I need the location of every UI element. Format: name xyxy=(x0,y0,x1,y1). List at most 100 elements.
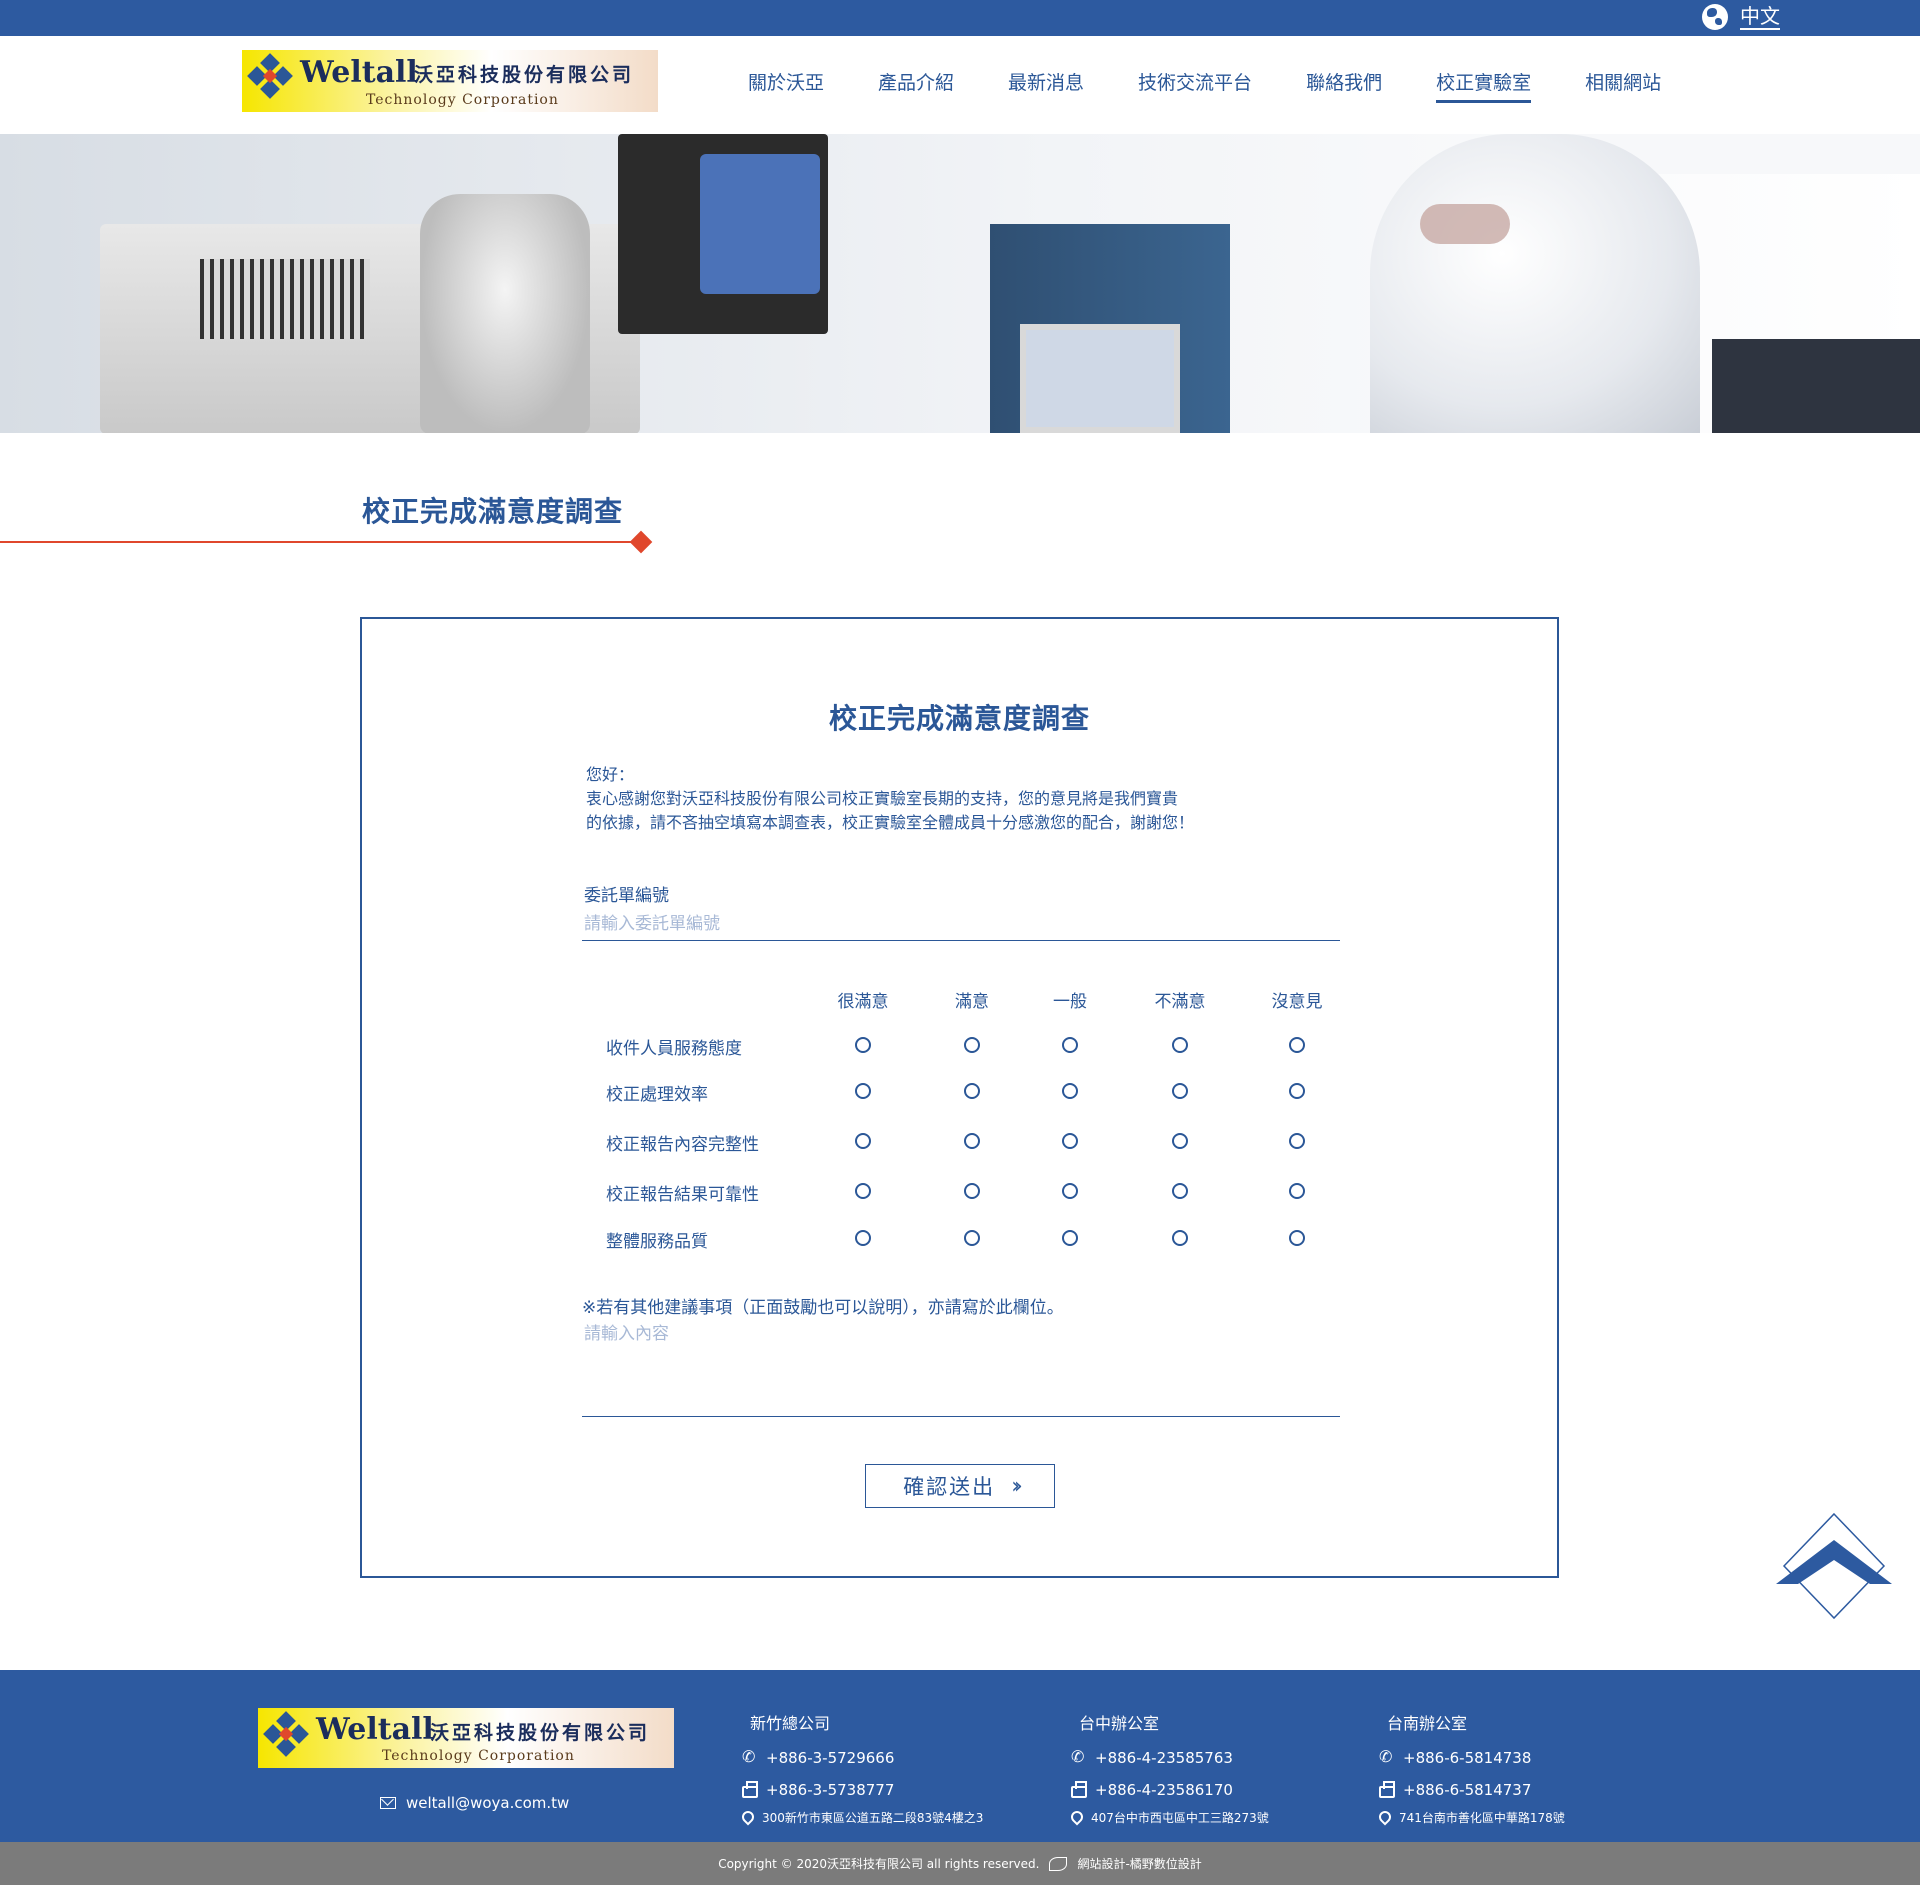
office-name: 台中辦公室 xyxy=(1079,1714,1160,1733)
rating-row-staff-attitude: 收件人員服務態度 xyxy=(606,1039,742,1059)
location-pin-icon xyxy=(1068,1808,1086,1826)
submit-button[interactable]: 確認送出 ›› xyxy=(865,1464,1055,1508)
radio-staff-attitude-0[interactable] xyxy=(855,1037,871,1053)
rating-col-neutral: 一般 xyxy=(1053,992,1087,1012)
office-fax: +886-3-5738777 xyxy=(766,1781,895,1799)
radio-overall-quality-3[interactable] xyxy=(1172,1230,1188,1246)
form-title: 校正完成滿意度調查 xyxy=(828,702,1090,735)
radio-staff-attitude-3[interactable] xyxy=(1172,1037,1188,1053)
office-name: 台南辦公室 xyxy=(1387,1714,1468,1733)
office-taichung: 台中辦公室 +886-4-23585763 +886-4-23586170 40… xyxy=(1068,1710,1269,1828)
copyright-text: Copyright © 2020沃亞科技有限公司 all rights rese… xyxy=(718,1857,1040,1871)
office-fax: +886-6-5814737 xyxy=(1403,1781,1532,1799)
phone-icon xyxy=(1379,1747,1395,1766)
microscope xyxy=(420,194,590,433)
back-to-top-icon[interactable] xyxy=(1774,1512,1894,1620)
office-address: 741台南市善化區中華路178號 xyxy=(1399,1810,1565,1825)
footer-email-text[interactable]: weltall@woya.com.tw xyxy=(406,1794,569,1812)
radio-report-reliability-3[interactable] xyxy=(1172,1183,1188,1199)
radio-efficiency-0[interactable] xyxy=(855,1083,871,1099)
nav-item-tech-platform[interactable]: 技術交流平台 xyxy=(1138,70,1252,103)
copyright-bar: Copyright © 2020沃亞科技有限公司 all rights rese… xyxy=(0,1842,1920,1885)
office-tel[interactable]: +886-4-23585763 xyxy=(1095,1749,1233,1767)
fax-icon xyxy=(742,1781,758,1798)
designer-leaf-icon xyxy=(1049,1856,1068,1871)
rating-row-report-completeness: 校正報告內容完整性 xyxy=(606,1135,759,1155)
footer-logo[interactable]: Weltall 沃亞科技股份有限公司 Technology Corporatio… xyxy=(258,1708,674,1768)
radio-overall-quality-4[interactable] xyxy=(1289,1230,1305,1246)
footer-email[interactable]: weltall@woya.com.tw xyxy=(380,1794,569,1812)
rating-col-no-opinion: 沒意見 xyxy=(1271,992,1323,1012)
double-chevron-right-icon: ›› xyxy=(1011,1473,1022,1499)
radio-report-completeness-0[interactable] xyxy=(855,1133,871,1149)
rating-row-efficiency: 校正處理效率 xyxy=(606,1085,708,1105)
radio-report-reliability-0[interactable] xyxy=(855,1183,871,1199)
cleanroom-technician xyxy=(1370,134,1700,433)
top-bar: 中文 xyxy=(0,0,1920,36)
radio-overall-quality-1[interactable] xyxy=(964,1230,980,1246)
suggestion-note: ※若有其他建議事項（正面鼓勵也可以說明），亦請寫於此欄位。 xyxy=(582,1298,1064,1318)
nav-item-about[interactable]: 關於沃亞 xyxy=(748,70,824,103)
radio-report-completeness-4[interactable] xyxy=(1289,1133,1305,1149)
phone-icon xyxy=(1071,1747,1087,1766)
radio-report-completeness-3[interactable] xyxy=(1172,1133,1188,1149)
logo-en-text: Weltall xyxy=(300,55,418,90)
intro-text: 您好： 衷心感謝您對沃亞科技股份有限公司校正實驗室長期的支持，您的意見將是我們寶… xyxy=(586,765,1195,832)
radio-report-reliability-2[interactable] xyxy=(1062,1183,1078,1199)
location-pin-icon xyxy=(1376,1808,1394,1826)
title-diamond-icon xyxy=(629,530,653,554)
language-label[interactable]: 中文 xyxy=(1740,4,1780,30)
office-tel[interactable]: +886-3-5729666 xyxy=(766,1749,894,1767)
page-title: 校正完成滿意度調查 xyxy=(362,495,624,528)
radio-efficiency-3[interactable] xyxy=(1172,1083,1188,1099)
comment-textarea[interactable] xyxy=(582,1317,1340,1417)
title-underline xyxy=(0,541,640,543)
main-nav: 關於沃亞 產品介紹 最新消息 技術交流平台 聯絡我們 校正實驗室 相關網站 xyxy=(748,70,1715,103)
office-fax: +886-4-23586170 xyxy=(1095,1781,1233,1799)
diamond-logo-icon xyxy=(247,53,293,99)
radio-efficiency-4[interactable] xyxy=(1289,1083,1305,1099)
radio-report-completeness-2[interactable] xyxy=(1062,1133,1078,1149)
nav-item-calibration-lab[interactable]: 校正實驗室 xyxy=(1436,70,1532,103)
nav-item-related-sites[interactable]: 相關網站 xyxy=(1585,70,1661,103)
office-tainan: 台南辦公室 +886-6-5814738 +886-6-5814737 741台… xyxy=(1376,1710,1565,1828)
radio-staff-attitude-1[interactable] xyxy=(964,1037,980,1053)
company-logo[interactable]: Weltall 沃亞科技股份有限公司 Technology Corporatio… xyxy=(242,50,658,112)
radio-overall-quality-0[interactable] xyxy=(855,1230,871,1246)
order-no-label: 委託單編號 xyxy=(584,886,669,906)
site-header: Weltall 沃亞科技股份有限公司 Technology Corporatio… xyxy=(0,36,1920,134)
submit-label: 確認送出 xyxy=(903,1475,996,1499)
radio-efficiency-2[interactable] xyxy=(1062,1083,1078,1099)
language-switcher[interactable]: 中文 xyxy=(1702,4,1780,30)
designer-credit[interactable]: 網站設計-橘野數位設計 xyxy=(1077,1855,1201,1872)
phone-icon xyxy=(742,1747,758,1766)
office-tel[interactable]: +886-6-5814738 xyxy=(1403,1749,1531,1767)
radio-report-completeness-1[interactable] xyxy=(964,1133,980,1149)
survey-form: 校正完成滿意度調查 您好： 衷心感謝您對沃亞科技股份有限公司校正實驗室長期的支持… xyxy=(360,617,1559,1578)
envelope-icon xyxy=(380,1797,396,1809)
nav-item-contact[interactable]: 聯絡我們 xyxy=(1306,70,1382,103)
nav-item-news[interactable]: 最新消息 xyxy=(1008,70,1084,103)
rating-col-very-satisfied: 很滿意 xyxy=(837,992,889,1012)
location-pin-icon xyxy=(739,1808,757,1826)
site-footer: Weltall 沃亞科技股份有限公司 Technology Corporatio… xyxy=(0,1670,1920,1842)
office-hsinchu: 新竹總公司 +886-3-5729666 +886-3-5738777 300新… xyxy=(739,1710,984,1828)
fax-icon xyxy=(1071,1781,1087,1798)
logo-zh-text: 沃亞科技股份有限公司 xyxy=(414,64,635,86)
fax-icon xyxy=(1379,1781,1395,1798)
radio-report-reliability-4[interactable] xyxy=(1289,1183,1305,1199)
page-title-section: 校正完成滿意度調查 xyxy=(0,490,660,560)
nav-item-products[interactable]: 產品介紹 xyxy=(878,70,954,103)
radio-report-reliability-1[interactable] xyxy=(964,1183,980,1199)
radio-staff-attitude-4[interactable] xyxy=(1289,1037,1305,1053)
globe-icon[interactable] xyxy=(1702,4,1728,30)
office-address: 300新竹市東區公道五路二段83號4樓之3 xyxy=(762,1810,984,1825)
radio-efficiency-1[interactable] xyxy=(964,1083,980,1099)
radio-overall-quality-2[interactable] xyxy=(1062,1230,1078,1246)
radio-staff-attitude-2[interactable] xyxy=(1062,1037,1078,1053)
order-no-input[interactable] xyxy=(582,907,1340,941)
hero-banner-image xyxy=(0,134,1920,433)
rating-row-overall-quality: 整體服務品質 xyxy=(606,1232,708,1252)
diamond-logo-icon xyxy=(263,1711,309,1757)
logo-sub-text: Technology Corporation xyxy=(366,92,559,108)
